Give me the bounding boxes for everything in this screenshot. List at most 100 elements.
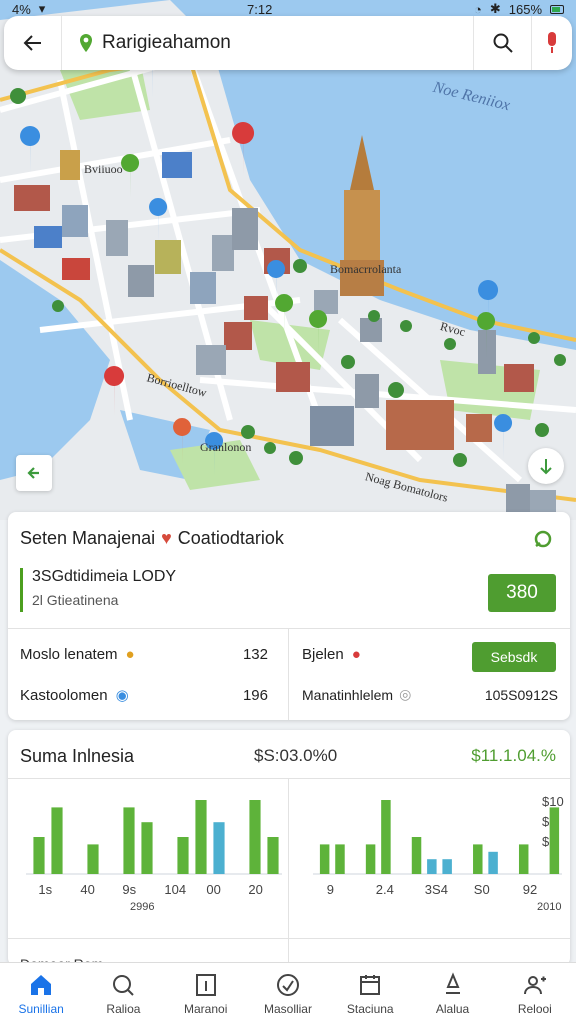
chart-bar	[411, 837, 422, 874]
green-indicator	[20, 568, 24, 612]
map-view[interactable]: Noe Reniiox Bviiuoo Bomacrrolanta Rvoc G…	[0, 0, 576, 520]
nav-places[interactable]: Alalua	[411, 963, 493, 1024]
chart-bar	[518, 844, 529, 874]
card-title-2: Coatiodtariok	[177, 528, 284, 548]
row-label: Moslo lenatem	[20, 646, 118, 663]
row-label: Manatinhlelem	[302, 686, 394, 703]
chart-bar	[319, 844, 330, 874]
chart-bar	[488, 851, 498, 874]
chart-value-2: $11.1.04.%	[471, 746, 556, 765]
card-subinfo: 3SGdtidimeia LODY 2l Gtieatinena	[20, 568, 176, 612]
nav-calendar[interactable]: Staciuna	[329, 963, 411, 1024]
status-icon: ◎	[399, 686, 412, 702]
info-icon: ◉	[115, 687, 129, 704]
nav-label: Relooi	[517, 1001, 552, 1016]
tick-label: 104	[164, 882, 186, 897]
list-item[interactable]: Moslo lenatem ● 132	[20, 646, 280, 663]
search-icon	[113, 974, 135, 996]
locate-button[interactable]	[16, 455, 52, 491]
refresh-icon[interactable]	[532, 528, 554, 550]
pin-icon	[445, 971, 460, 994]
list-item[interactable]: Manatinhlelem ◎ 105S0912S	[302, 686, 558, 703]
row-label: Kastoolomen	[20, 686, 108, 704]
y-tick-label: $10	[542, 794, 564, 809]
chart-bar	[141, 822, 153, 874]
battery-icon	[550, 4, 564, 14]
chart-bar	[213, 822, 225, 874]
microphone-icon	[548, 32, 556, 53]
status-left-text: 4%	[12, 1, 31, 17]
y-tick-label: $	[542, 814, 550, 829]
tick-label: 3S4	[425, 882, 448, 897]
chart-bar	[195, 800, 207, 874]
divider	[8, 938, 570, 939]
nav-label: Staciuna	[346, 1001, 394, 1016]
nav-map[interactable]: Maranoi	[165, 963, 247, 1024]
row-label: Bjelen	[302, 646, 344, 663]
nav-label: Alalua	[435, 1001, 470, 1016]
select-button[interactable]: Sebsdk	[472, 642, 556, 672]
chart-bar	[33, 837, 45, 874]
chart-bar	[381, 800, 391, 874]
tick-label: S0	[474, 882, 490, 897]
divider-vertical	[288, 628, 289, 720]
wifi-icon: ◔	[473, 1, 482, 17]
chart-bar	[51, 807, 63, 874]
chart-bar	[549, 807, 560, 874]
tick-label: 1s	[38, 882, 52, 897]
chart-card: Suma Inlnesia $S:03.0%0 $11.1.04.% 1s 40 9…	[8, 730, 570, 972]
row-value: 196	[242, 686, 268, 704]
tick-label: 9s	[122, 882, 136, 897]
search-icon	[493, 33, 513, 53]
status-time: 7:12	[247, 1, 273, 17]
chart-bar	[267, 837, 279, 874]
nav-history[interactable]: Masolliar	[247, 963, 329, 1024]
card-title: Seten Manajenai	[20, 528, 156, 548]
chart-bar	[177, 837, 189, 874]
compass-icon	[540, 459, 552, 475]
list-item[interactable]: Bjelen ●	[302, 646, 361, 663]
chart-bar	[123, 807, 135, 874]
chart-bar	[473, 844, 483, 874]
search-input[interactable]: Rarigieahamon	[62, 16, 474, 70]
emoji-icon: ●	[125, 646, 135, 663]
arrow-left-green-icon	[27, 467, 39, 479]
tick-label: 2.4	[376, 882, 394, 897]
alert-icon: ●	[351, 646, 361, 663]
map-graphic	[0, 0, 576, 520]
chart-card-title: Suma Inlnesia	[20, 746, 135, 766]
bar-chart-left: 1s 40 9s 104 00 20 2996	[26, 800, 282, 913]
map-icon	[195, 973, 216, 996]
signal-icon: ▾	[38, 1, 46, 16]
tick-sublabel: 2010	[537, 901, 561, 913]
map-label-poi: Bviiuoo	[84, 162, 123, 176]
heart-icon: ♥	[161, 528, 172, 548]
nav-label: Maranoi	[184, 1001, 228, 1016]
nav-search[interactable]: Ralioa	[82, 963, 164, 1024]
search-button[interactable]	[474, 16, 532, 70]
calendar-icon	[360, 974, 381, 995]
count-badge[interactable]: 380	[488, 574, 556, 612]
nav-people[interactable]: Relooi	[494, 963, 576, 1024]
mic-button[interactable]	[532, 16, 572, 70]
subinfo-line-2: 2l Gtieatinena	[32, 592, 119, 608]
tick-label: 92	[523, 882, 537, 897]
management-card: Seten Manajenai ♥ Coatiodtariok 3SGdtidi…	[8, 512, 570, 720]
bluetooth-icon: ✱	[489, 1, 501, 16]
tick-label: 00	[206, 882, 220, 897]
search-bar: Rarigieahamon	[4, 16, 572, 70]
location-pin-icon	[80, 34, 92, 52]
bottom-nav: Sunillian Ralioa Maranoi Masolliar Staci…	[0, 962, 576, 1024]
divider	[8, 778, 570, 779]
bar-chart-right: 9 2.4 3S4 S0 922010 $10 $ $	[313, 794, 564, 913]
row-value: 105S0912S	[484, 686, 558, 703]
search-query: Rarigieahamon	[102, 32, 231, 53]
back-button[interactable]	[4, 16, 62, 70]
list-item[interactable]: Kastoolomen ◉ 196	[20, 686, 280, 705]
card-header: Seten Manajenai ♥ Coatiodtariok	[20, 528, 558, 549]
nav-home[interactable]: Sunillian	[0, 963, 82, 1024]
map-label-district: Granlonon	[200, 440, 252, 454]
compass-button[interactable]	[528, 448, 564, 484]
chart-value-1: $S:03.0%0	[254, 746, 338, 765]
chart-bar	[335, 844, 345, 874]
